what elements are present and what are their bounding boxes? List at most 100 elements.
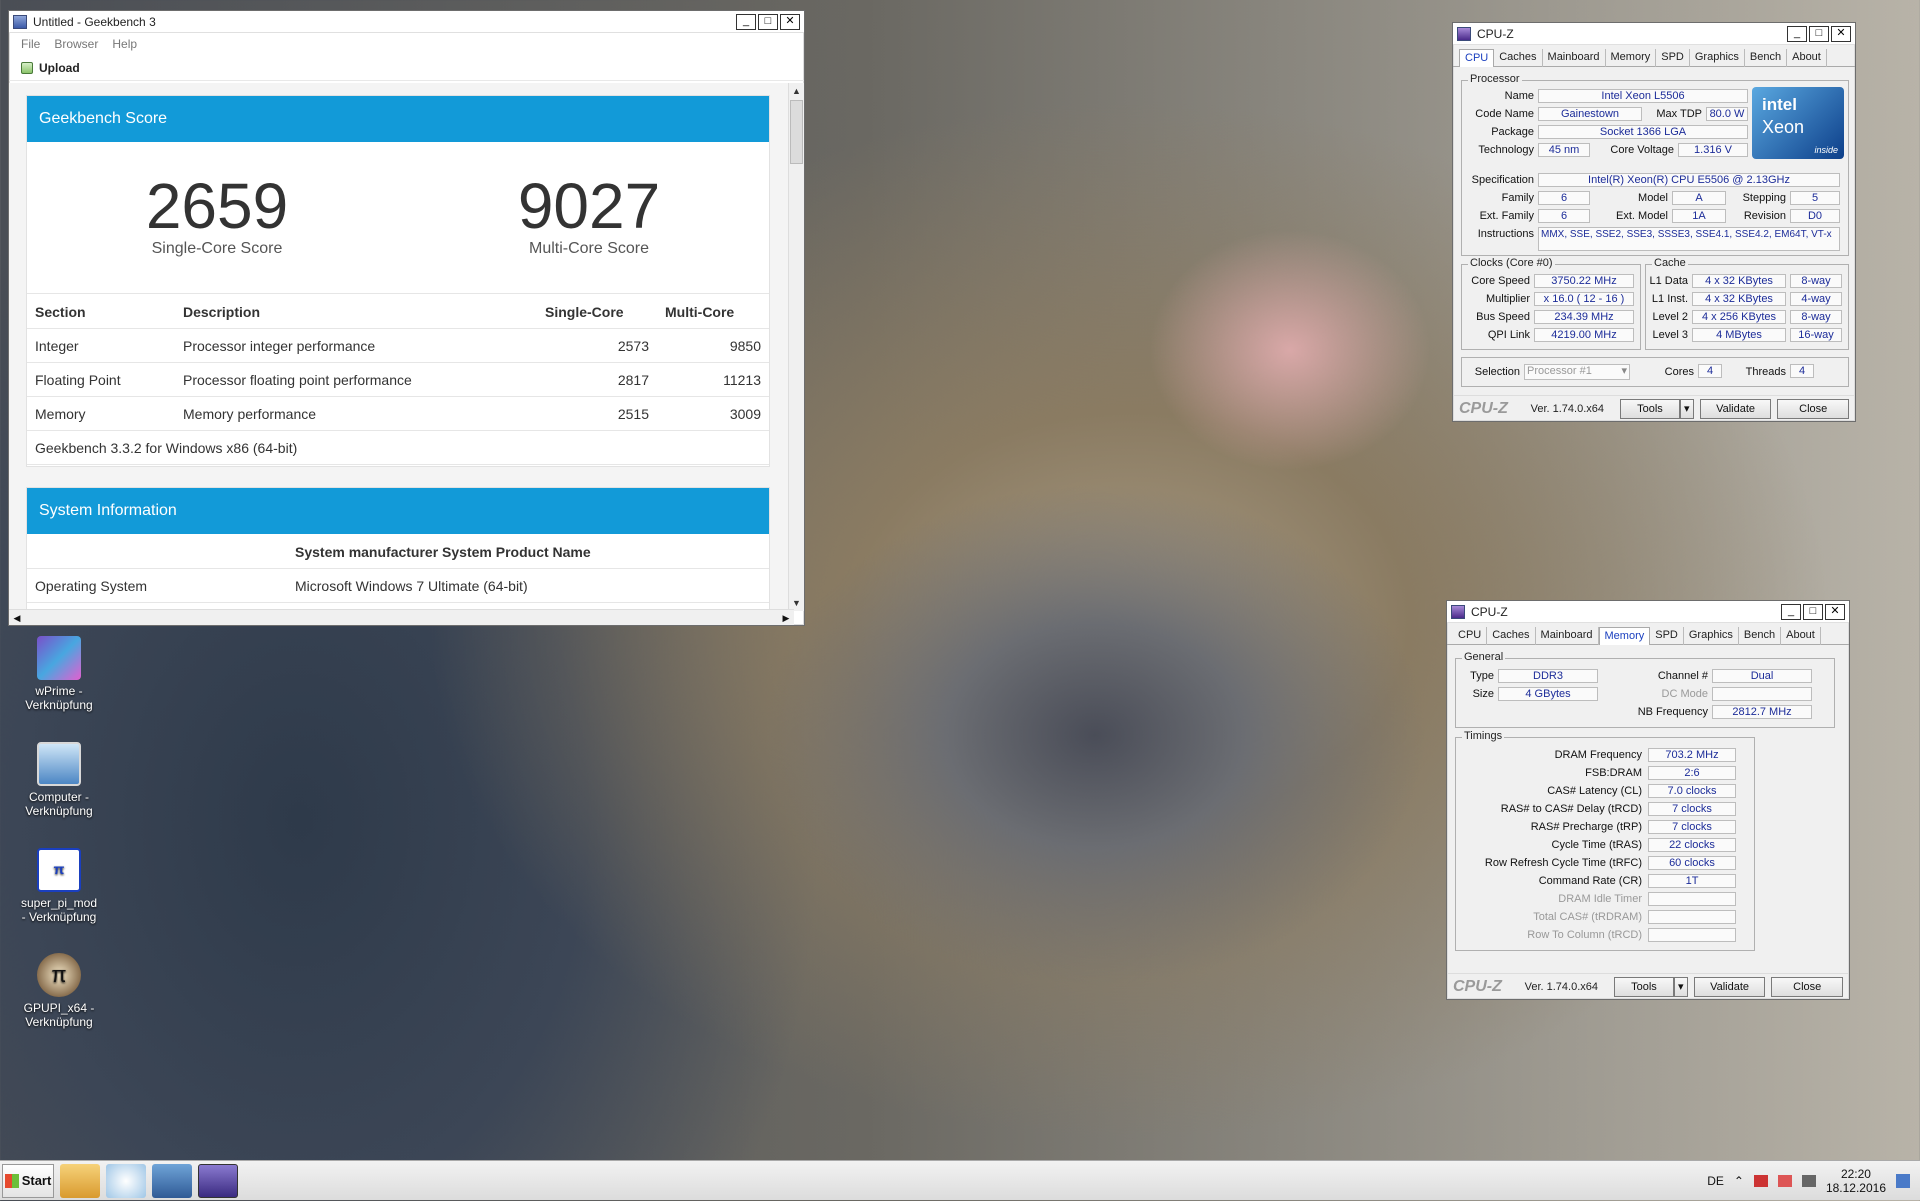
network-icon[interactable]: [1753, 1175, 1768, 1187]
family-label: Family: [1501, 192, 1534, 204]
tab-about[interactable]: About: [1787, 49, 1827, 67]
minimize-button[interactable]: _: [736, 13, 756, 30]
clock[interactable]: 22:20 18.12.2016: [1826, 1167, 1886, 1195]
size-label: Size: [1472, 688, 1494, 700]
tab-bench[interactable]: Bench: [1745, 49, 1788, 67]
timing-value: 1T: [1648, 874, 1736, 888]
geekbench-taskbar-icon[interactable]: [152, 1163, 192, 1198]
maximize-button[interactable]: □: [758, 13, 778, 30]
tools-button[interactable]: Tools: [1614, 976, 1674, 997]
maximize-button[interactable]: □: [1809, 25, 1829, 42]
tab-cpu[interactable]: CPU: [1459, 49, 1495, 67]
tab-graphics[interactable]: Graphics: [1684, 627, 1739, 645]
language-indicator[interactable]: DE: [1707, 1174, 1724, 1188]
tab-mainboard[interactable]: Mainboard: [1536, 627, 1599, 645]
show-desktop-button[interactable]: [1896, 1174, 1910, 1188]
cpuz-app-icon: [1451, 604, 1465, 619]
selection-dropdown[interactable]: Processor #1 ▾: [1524, 364, 1630, 380]
tools-dropdown-icon[interactable]: ▾: [1673, 976, 1688, 997]
tools-dropdown-icon[interactable]: ▾: [1679, 398, 1694, 419]
scroll-left-arrow[interactable]: ◀: [9, 610, 25, 626]
row-multi: 9850: [657, 328, 769, 363]
tab-memory[interactable]: Memory: [1606, 49, 1657, 67]
instructions-label: Instructions: [1477, 228, 1534, 240]
cpuz-titlebar[interactable]: CPU-Z _ □ ✕: [1453, 23, 1855, 45]
desktop-icon-computer[interactable]: Computer - Verknüpfung: [19, 742, 99, 818]
channel-label: Channel #: [1657, 670, 1708, 682]
tab-mainboard[interactable]: Mainboard: [1543, 49, 1606, 67]
window-title: Untitled - Geekbench 3: [33, 14, 156, 29]
nbfreq-label: NB Frequency: [1637, 706, 1708, 718]
col-section: Section: [27, 294, 175, 329]
scroll-right-arrow[interactable]: ▶: [778, 610, 794, 626]
close-button[interactable]: ✕: [780, 13, 800, 30]
geekbench-window: Untitled - Geekbench 3 _ □ ✕ File Browse…: [8, 10, 805, 626]
extfamily-value: 6: [1538, 209, 1590, 223]
cpuz-titlebar[interactable]: CPU-Z _ □ ✕: [1447, 601, 1849, 623]
vertical-scrollbar[interactable]: ▲ ▼: [788, 83, 804, 611]
upload-button[interactable]: Upload: [39, 61, 80, 75]
table-header-row: System manufacturer System Product Name: [27, 534, 769, 569]
minimize-button[interactable]: _: [1781, 603, 1801, 620]
size-value: 4 GBytes: [1498, 687, 1598, 701]
multi-core-score: 9027: [517, 170, 661, 242]
scroll-thumb[interactable]: [790, 100, 803, 164]
tab-about[interactable]: About: [1781, 627, 1821, 645]
window-title: CPU-Z: [1477, 26, 1514, 41]
tools-button[interactable]: Tools: [1620, 398, 1680, 419]
maximize-button[interactable]: □: [1803, 603, 1823, 620]
geekbench-titlebar[interactable]: Untitled - Geekbench 3 _ □ ✕: [9, 11, 804, 33]
tab-memory[interactable]: Memory: [1598, 627, 1651, 645]
codename-value: Gainestown: [1538, 107, 1642, 121]
tab-spd[interactable]: SPD: [1656, 49, 1690, 67]
show-hidden-icons[interactable]: ⌃: [1734, 1174, 1744, 1188]
threads-value: 4: [1790, 364, 1814, 378]
timing-label: CAS# Latency (CL): [1547, 785, 1642, 797]
tab-cpu[interactable]: CPU: [1453, 627, 1488, 645]
codename-label: Code Name: [1475, 108, 1534, 120]
menu-file[interactable]: File: [21, 37, 40, 51]
geekbench-app-icon: [13, 14, 27, 29]
tab-caches[interactable]: Caches: [1494, 49, 1543, 67]
tab-graphics[interactable]: Graphics: [1690, 49, 1745, 67]
superpi-icon: π: [37, 848, 81, 892]
name-label: Name: [1504, 90, 1534, 102]
cpuz-taskbar-icon[interactable]: [198, 1163, 238, 1198]
extmodel-value: 1A: [1672, 209, 1726, 223]
close-button[interactable]: Close: [1777, 398, 1850, 419]
revision-value: D0: [1790, 209, 1840, 223]
start-button[interactable]: Start: [2, 1163, 54, 1198]
timing-value: [1648, 892, 1736, 906]
table-row: Memory Memory performance 2515 3009: [27, 396, 769, 431]
close-button[interactable]: ✕: [1825, 603, 1845, 620]
spec-value: Intel(R) Xeon(R) CPU E5506 @ 2.13GHz: [1538, 173, 1840, 187]
close-button[interactable]: Close: [1771, 976, 1844, 997]
close-button[interactable]: ✕: [1831, 25, 1851, 42]
tab-bench[interactable]: Bench: [1739, 627, 1782, 645]
sysinfo-table: System manufacturer System Product Name …: [27, 534, 769, 603]
validate-button[interactable]: Validate: [1699, 398, 1772, 419]
desktop-icon-superpi[interactable]: π super_pi_mod - Verknüpfung: [19, 848, 99, 924]
menu-help[interactable]: Help: [112, 37, 137, 51]
horizontal-scrollbar[interactable]: ◀ ▶: [9, 609, 794, 625]
sysinfo-header: System Information: [27, 488, 769, 534]
menu-browser[interactable]: Browser: [54, 37, 98, 51]
col-description: Description: [175, 294, 537, 329]
explorer-taskbar-icon[interactable]: [60, 1163, 100, 1198]
paint-taskbar-icon[interactable]: [106, 1163, 146, 1198]
scroll-up-arrow[interactable]: ▲: [789, 83, 804, 99]
timing-label: Cycle Time (tRAS): [1551, 839, 1642, 851]
channel-value: Dual: [1712, 669, 1812, 683]
action-center-icon[interactable]: [1777, 1175, 1792, 1187]
timing-label: Command Rate (CR): [1538, 875, 1642, 887]
desktop-icon-wprime[interactable]: wPrime - Verknüpfung: [19, 636, 99, 712]
instructions-value: MMX, SSE, SSE2, SSE3, SSSE3, SSE4.1, SSE…: [1538, 227, 1840, 251]
cores-value: 4: [1698, 364, 1722, 378]
desktop-icon-gpupi[interactable]: π GPUPI_x64 - Verknüpfung: [19, 953, 99, 1029]
minimize-button[interactable]: _: [1787, 25, 1807, 42]
tab-caches[interactable]: Caches: [1487, 627, 1536, 645]
validate-button[interactable]: Validate: [1693, 976, 1766, 997]
volume-icon[interactable]: [1801, 1175, 1816, 1187]
tab-spd[interactable]: SPD: [1650, 627, 1684, 645]
row-single: 2573: [537, 328, 657, 363]
